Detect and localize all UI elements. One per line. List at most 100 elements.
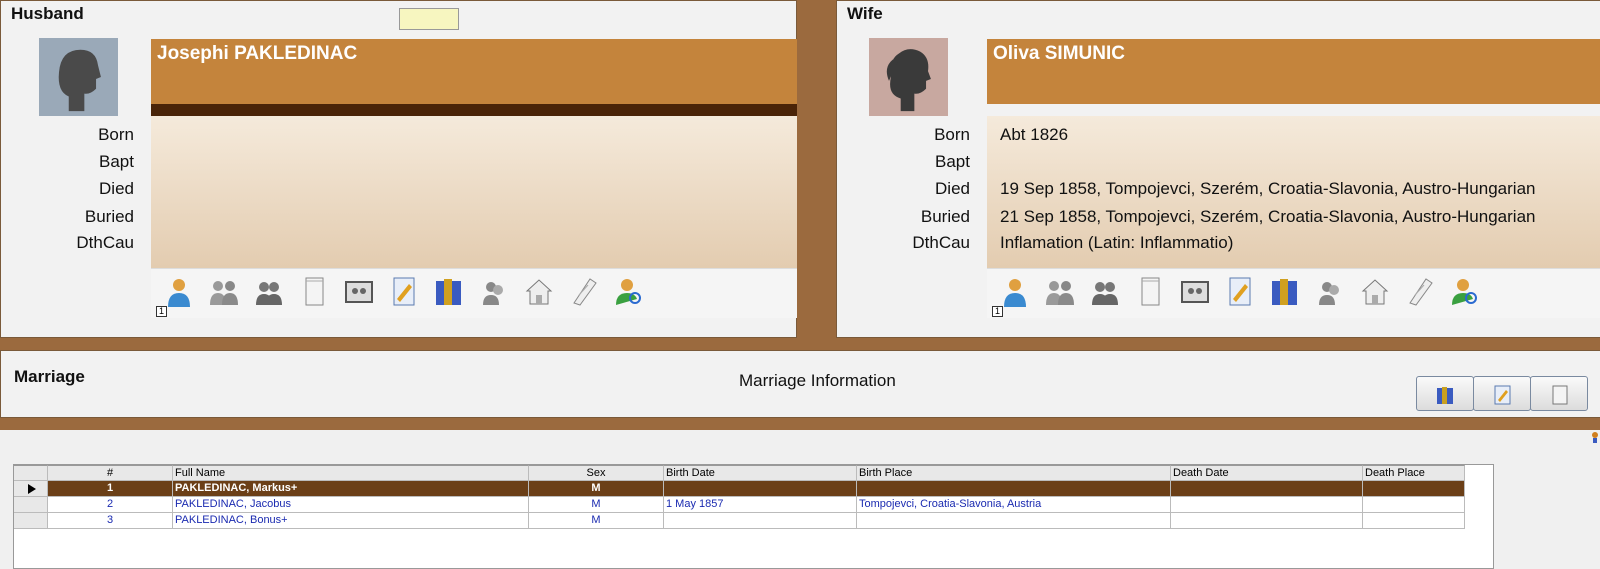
media-icon bbox=[1181, 281, 1209, 303]
cell-num[interactable]: 2 bbox=[48, 497, 173, 513]
media-icon bbox=[345, 281, 373, 303]
tasks-icon bbox=[573, 278, 597, 306]
cell-death-place[interactable] bbox=[1363, 513, 1465, 529]
column-header[interactable]: Birth Date bbox=[664, 465, 857, 481]
marriage-panel: Marriage Marriage Information bbox=[0, 350, 1600, 418]
sources-icon bbox=[1272, 279, 1297, 305]
marriage-edit-notes-button[interactable] bbox=[1473, 376, 1531, 411]
cell-num[interactable]: 1 bbox=[48, 481, 173, 497]
wife-dthcau-value[interactable]: Inflamation (Latin: Inflammatio) bbox=[1000, 233, 1233, 253]
row-selector[interactable] bbox=[14, 513, 48, 529]
husband-dthcau-label: DthCau bbox=[76, 233, 134, 252]
husband-toolbar-associates-button[interactable] bbox=[478, 275, 510, 309]
associates-icon bbox=[483, 282, 503, 305]
wife-toolbar-edit-notes-button[interactable] bbox=[1224, 275, 1256, 309]
wife-toolbar-notes-button[interactable] bbox=[1134, 275, 1166, 309]
cell-death-date[interactable] bbox=[1171, 481, 1363, 497]
row-selector[interactable] bbox=[14, 497, 48, 513]
edit-notes-icon bbox=[1229, 277, 1251, 306]
row-selector[interactable] bbox=[14, 481, 48, 497]
column-header[interactable]: Sex bbox=[529, 465, 664, 481]
cell-death-date[interactable] bbox=[1171, 497, 1363, 513]
search-person-icon bbox=[1452, 279, 1477, 305]
wife-toolbar-parents-button[interactable] bbox=[1044, 275, 1076, 309]
wife-died-value[interactable]: 19 Sep 1858, Tompojevci, Szerém, Croatia… bbox=[1000, 179, 1535, 199]
column-header[interactable]: Birth Place bbox=[857, 465, 1171, 481]
cell-name[interactable]: PAKLEDINAC, Bonus+ bbox=[173, 513, 529, 529]
wife-toolbar-person-button[interactable] bbox=[999, 275, 1031, 309]
column-header[interactable]: Death Place bbox=[1363, 465, 1465, 481]
children-grid[interactable]: # Full Name Sex Birth Date Birth Place Death … bbox=[13, 464, 1494, 569]
cell-birth-date[interactable]: 1 May 1857 bbox=[664, 497, 857, 513]
cell-birth-place[interactable]: Tompojevci, Croatia-Slavonia, Austria bbox=[857, 497, 1171, 513]
husband-index-badge: 1 bbox=[156, 306, 167, 317]
sources-icon bbox=[1437, 387, 1453, 404]
wife-toolbar-associates-button[interactable] bbox=[1314, 275, 1346, 309]
husband-toolbar-search-person-button[interactable] bbox=[613, 275, 645, 309]
wife-photo[interactable] bbox=[869, 38, 948, 116]
cell-death-date[interactable] bbox=[1171, 513, 1363, 529]
associates-icon bbox=[1319, 282, 1339, 305]
marriage-information-label[interactable]: Marriage Information bbox=[739, 371, 896, 391]
wife-toolbar-search-person-button[interactable] bbox=[1449, 275, 1481, 309]
cell-death-place[interactable] bbox=[1363, 497, 1465, 513]
husband-toolbar-tasks-button[interactable] bbox=[568, 275, 600, 309]
wife-toolbar-sources-button[interactable] bbox=[1269, 275, 1301, 309]
notes-icon bbox=[305, 277, 324, 306]
female-silhouette-icon bbox=[886, 49, 931, 112]
husband-toolbar-sources-button[interactable] bbox=[433, 275, 465, 309]
cell-name[interactable]: PAKLEDINAC, Jacobus bbox=[173, 497, 529, 513]
cell-birth-place[interactable] bbox=[857, 481, 1171, 497]
table-row[interactable]: 2 PAKLEDINAC, Jacobus M 1 May 1857 Tompojevc… bbox=[14, 497, 1495, 513]
husband-highlight-box[interactable] bbox=[399, 8, 459, 30]
husband-toolbar-address-button[interactable] bbox=[523, 275, 555, 309]
cell-sex[interactable]: M bbox=[529, 513, 664, 529]
parents-icon bbox=[210, 281, 238, 305]
wife-toolbar-address-button[interactable] bbox=[1359, 275, 1391, 309]
person-icon bbox=[1004, 279, 1026, 307]
person-icon bbox=[168, 279, 190, 307]
notes-icon bbox=[1552, 385, 1568, 405]
cell-birth-place[interactable] bbox=[857, 513, 1171, 529]
wife-name-header[interactable]: Oliva SIMUNIC bbox=[987, 39, 1600, 104]
marriage-notes-button[interactable] bbox=[1530, 376, 1588, 411]
husband-toolbar-person-button[interactable] bbox=[163, 275, 195, 309]
husband-name-header[interactable]: Josephi PAKLEDINAC bbox=[151, 39, 797, 104]
husband-toolbar-media-button[interactable] bbox=[343, 275, 375, 309]
wife-born-value[interactable]: Abt 1826 bbox=[1000, 125, 1068, 145]
cell-name[interactable]: PAKLEDINAC, Markus+ bbox=[173, 481, 529, 497]
husband-events-area[interactable] bbox=[151, 116, 797, 268]
address-icon bbox=[1361, 279, 1389, 305]
column-header[interactable]: # bbox=[48, 465, 173, 481]
marriage-sources-button[interactable] bbox=[1416, 376, 1474, 411]
edit-notes-icon bbox=[393, 277, 415, 306]
grid-corner-cell[interactable] bbox=[14, 465, 48, 481]
column-header[interactable]: Death Date bbox=[1171, 465, 1363, 481]
table-row[interactable]: 3 PAKLEDINAC, Bonus+ M bbox=[14, 513, 1495, 529]
grid-header-row: # Full Name Sex Birth Date Birth Place Death … bbox=[14, 465, 1495, 481]
husband-panel: Husband Josephi PAKLEDINAC Born Bapt Die… bbox=[0, 0, 797, 338]
husband-toolbar-spouses-button[interactable] bbox=[253, 275, 285, 309]
husband-panel-title: Husband bbox=[11, 4, 84, 23]
cell-birth-date[interactable] bbox=[664, 481, 857, 497]
husband-born-label: Born bbox=[98, 125, 134, 144]
husband-toolbar bbox=[151, 268, 797, 318]
cell-death-place[interactable] bbox=[1363, 481, 1465, 497]
wife-born-label: Born bbox=[934, 125, 970, 144]
cell-num[interactable]: 3 bbox=[48, 513, 173, 529]
cell-sex[interactable]: M bbox=[529, 497, 664, 513]
wife-toolbar-media-button[interactable] bbox=[1179, 275, 1211, 309]
current-row-arrow-icon bbox=[28, 484, 36, 494]
husband-photo[interactable] bbox=[39, 38, 118, 116]
wife-toolbar-tasks-button[interactable] bbox=[1404, 275, 1436, 309]
husband-toolbar-notes-button[interactable] bbox=[298, 275, 330, 309]
cell-sex[interactable]: M bbox=[529, 481, 664, 497]
wife-buried-value[interactable]: 21 Sep 1858, Tompojevci, Szerém, Croatia… bbox=[1000, 207, 1535, 227]
cell-birth-date[interactable] bbox=[664, 513, 857, 529]
column-header[interactable]: Full Name bbox=[173, 465, 529, 481]
table-row[interactable]: 1 PAKLEDINAC, Markus+ M bbox=[14, 481, 1495, 497]
grid-options-icon[interactable] bbox=[1590, 430, 1600, 444]
husband-toolbar-edit-notes-button[interactable] bbox=[388, 275, 420, 309]
wife-toolbar-spouses-button[interactable] bbox=[1089, 275, 1121, 309]
husband-toolbar-parents-button[interactable] bbox=[208, 275, 240, 309]
